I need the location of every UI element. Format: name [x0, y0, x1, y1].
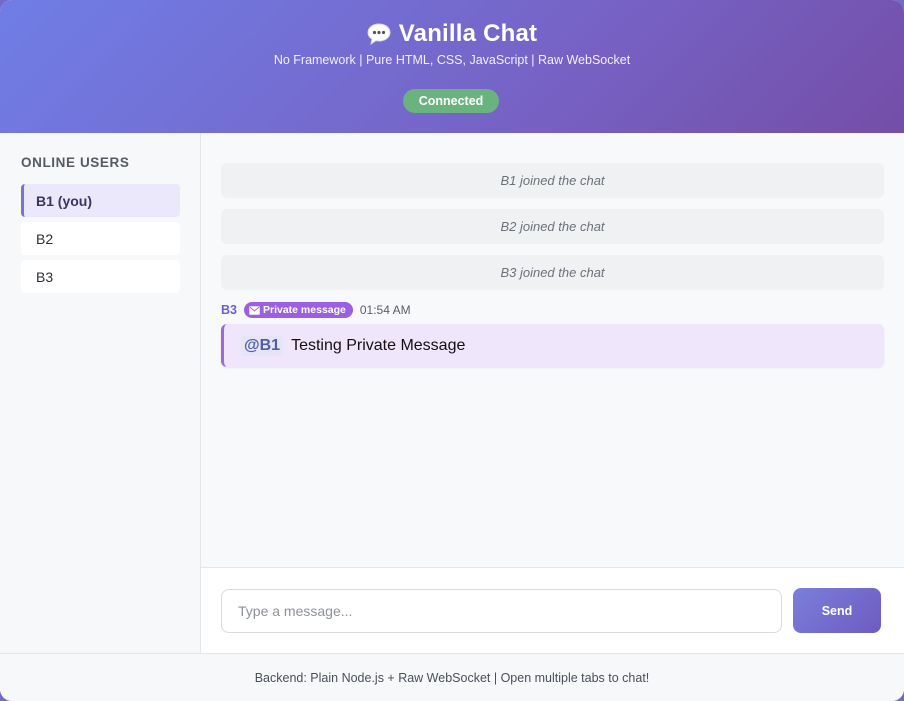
message-composer: Send [201, 567, 904, 653]
system-message: B2 joined the chat [221, 209, 884, 244]
message-input[interactable] [221, 588, 782, 633]
sidebar-heading: ONLINE USERS [21, 155, 130, 170]
system-message: B1 joined the chat [221, 163, 884, 198]
header: Vanilla Chat No Framework | Pure HTML, C… [0, 0, 904, 133]
message-text: Testing Private Message [291, 336, 466, 354]
envelope-icon [248, 305, 260, 315]
user-item-label: B2 [36, 230, 54, 247]
chat-body: ONLINE USERS B1 (you) B2 B3 B1 joined th… [0, 133, 904, 653]
online-users-sidebar: ONLINE USERS B1 (you) B2 B3 [0, 133, 201, 653]
private-badge-label: Private message [262, 304, 346, 316]
title-row: Vanilla Chat [0, 20, 904, 48]
footer-text: Backend: Plain Node.js + Raw WebSocket |… [254, 670, 650, 685]
user-item-b3[interactable]: B3 [21, 260, 180, 293]
chat-app: Vanilla Chat No Framework | Pure HTML, C… [0, 0, 904, 701]
user-mention: @B1 [241, 335, 284, 356]
user-item-b2[interactable]: B2 [21, 222, 180, 255]
message-author: B3 [221, 303, 237, 317]
app-title: Vanilla Chat [398, 20, 538, 47]
chat-main: B1 joined the chat B2 joined the chat B3… [201, 133, 904, 653]
message-timestamp: 01:54 AM [359, 303, 411, 317]
message-meta: B3 Private message 01:54 AM [221, 300, 884, 320]
connection-status-badge: Connected [403, 89, 499, 113]
private-message-badge: Private message [243, 302, 353, 318]
system-message: B3 joined the chat [221, 255, 884, 290]
speech-bubble-icon [367, 23, 391, 46]
private-message-bubble: @B1 Testing Private Message [221, 324, 884, 367]
message-list[interactable]: B1 joined the chat B2 joined the chat B3… [201, 133, 904, 567]
user-item-label: B3 [36, 268, 54, 285]
send-button[interactable]: Send [793, 588, 881, 633]
app-subtitle: No Framework | Pure HTML, CSS, JavaScrip… [273, 53, 631, 67]
user-item-b1[interactable]: B1 (you) [21, 184, 180, 217]
user-item-label: B1 (you) [36, 192, 92, 209]
footer: Backend: Plain Node.js + Raw WebSocket |… [0, 653, 904, 701]
